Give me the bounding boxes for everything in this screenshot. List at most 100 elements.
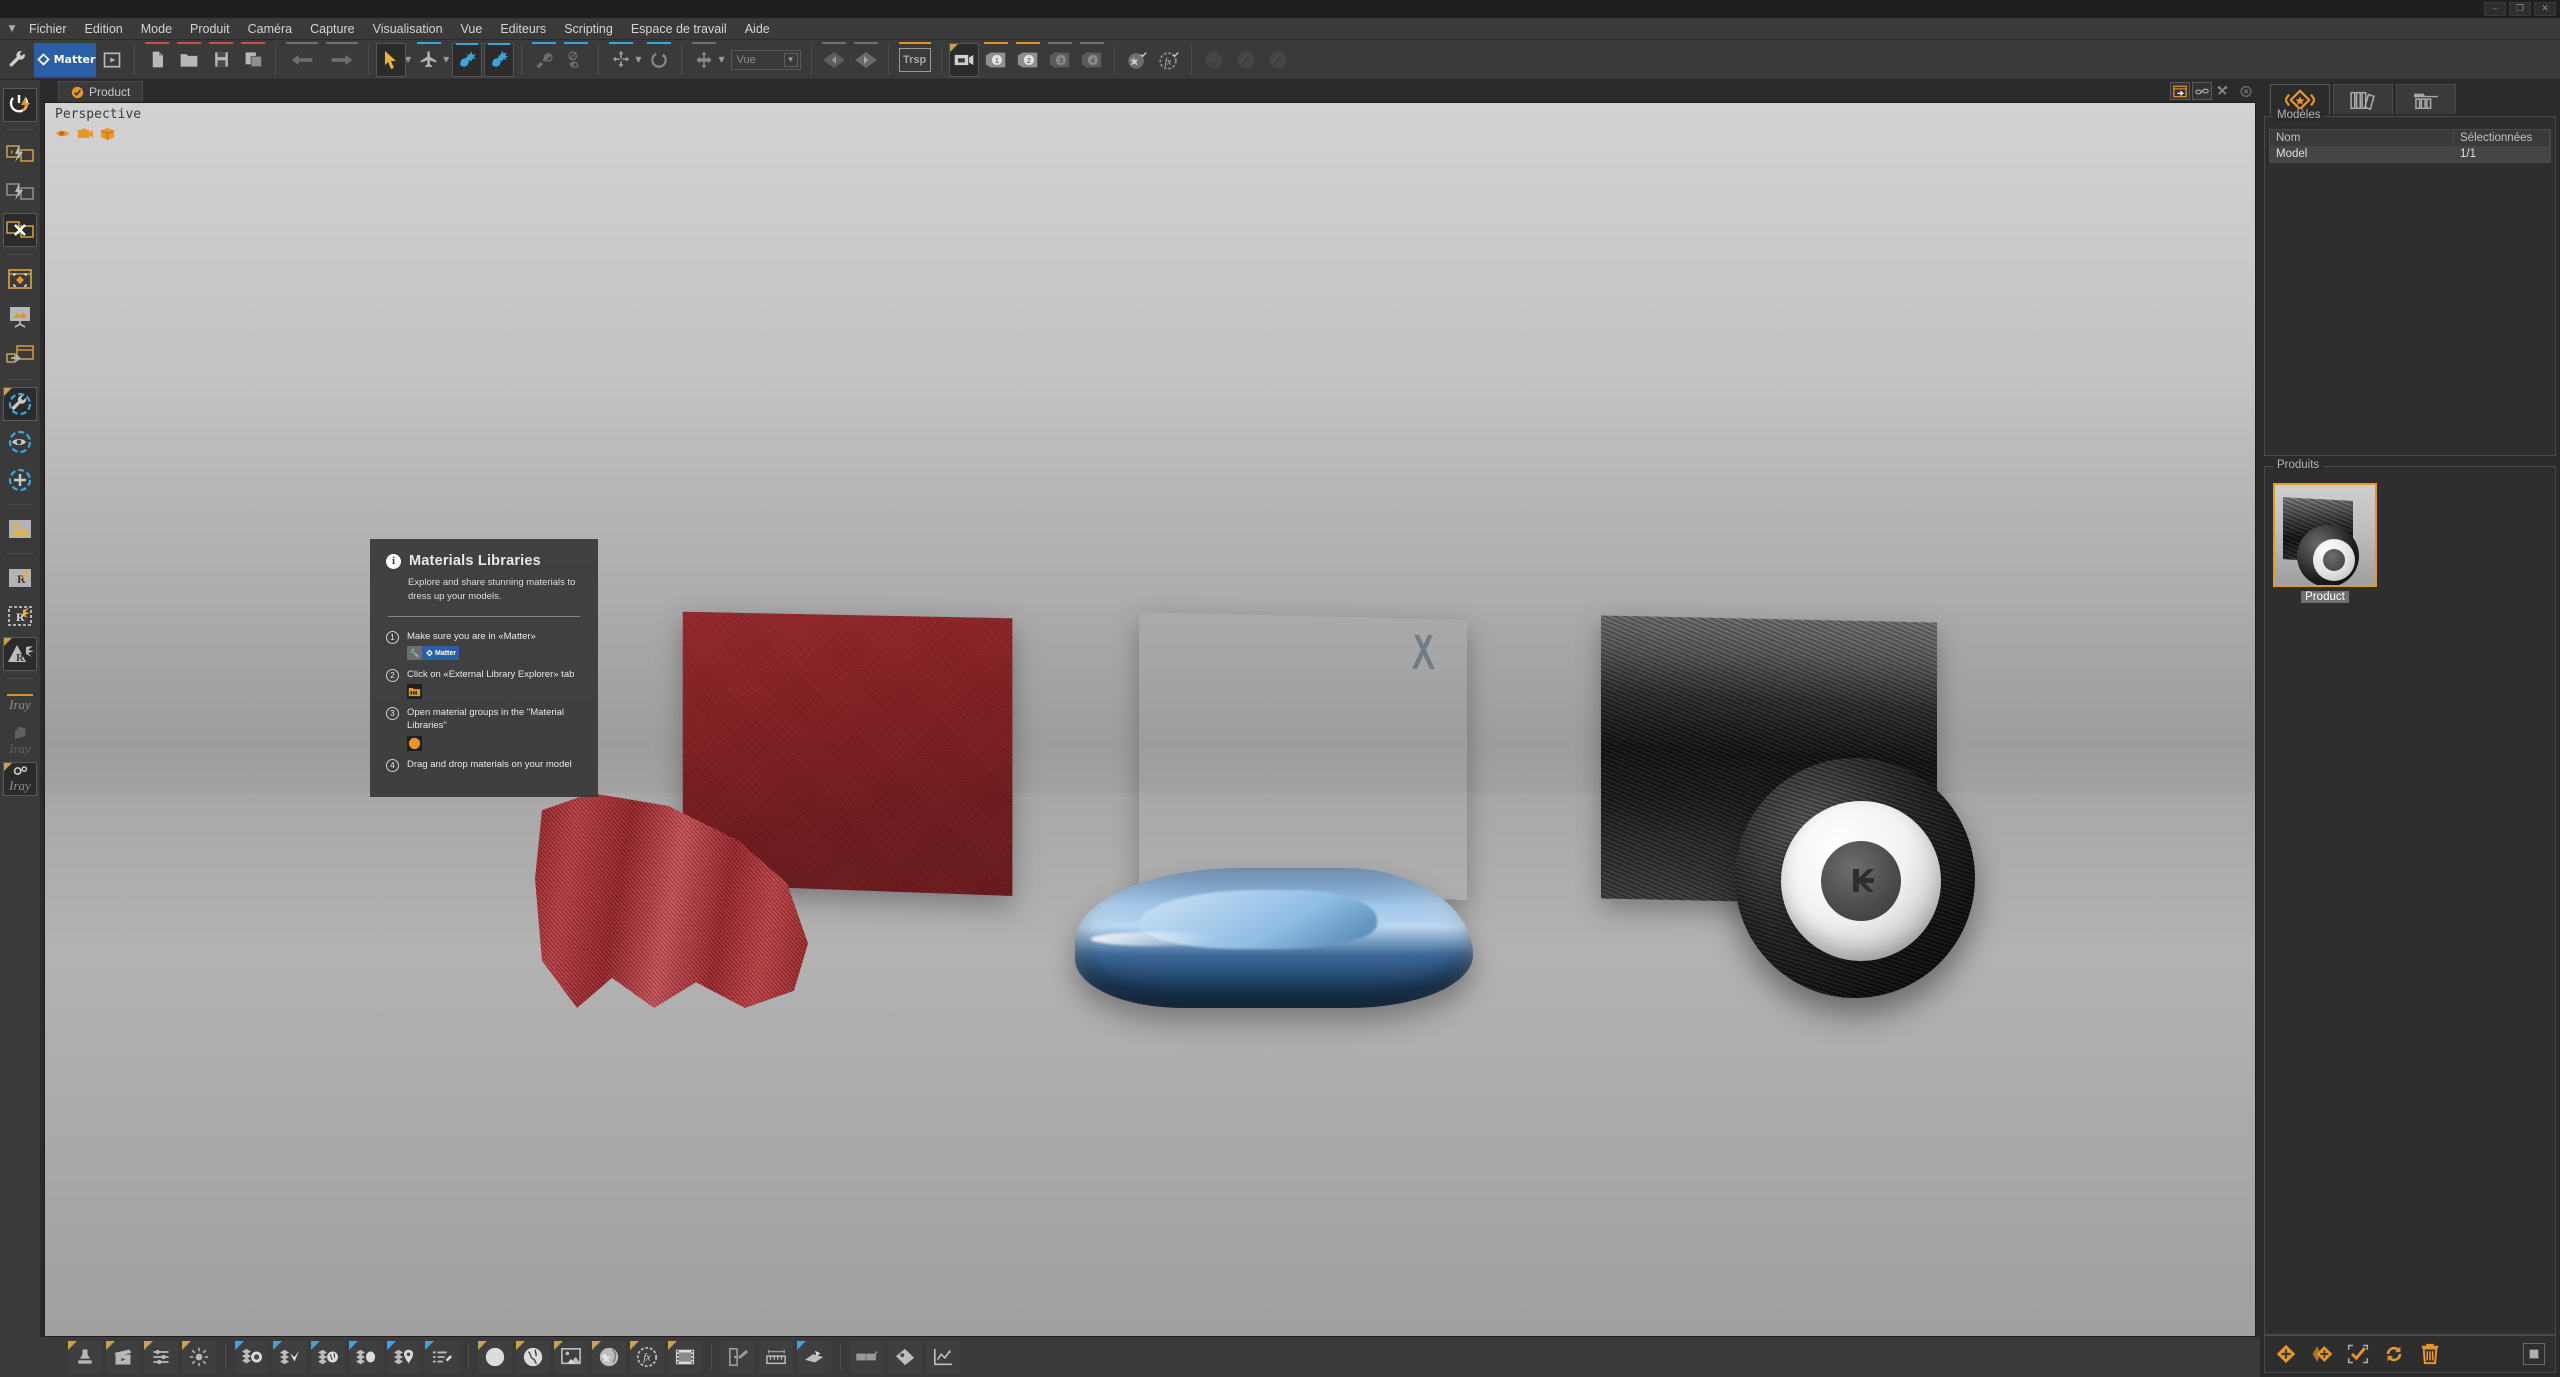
view-select[interactable]: Vue ▼ <box>731 50 801 70</box>
filmstrip-button[interactable] <box>668 1341 702 1373</box>
select-arrow-button[interactable] <box>376 43 406 77</box>
camera-1-button[interactable]: 1 <box>981 43 1011 77</box>
move-gizmo-button[interactable] <box>606 43 636 77</box>
graph-button[interactable] <box>926 1341 960 1373</box>
section-cut-button[interactable] <box>797 1341 831 1373</box>
image-button[interactable] <box>3 512 37 546</box>
eye-icon[interactable] <box>55 127 70 140</box>
save-button[interactable] <box>206 43 236 77</box>
viewport-close-button[interactable] <box>2236 82 2256 100</box>
blue-metallic-plane[interactable] <box>1139 612 1467 900</box>
camera-4-button[interactable]: 4 <box>1077 43 1107 77</box>
move-tool-button[interactable] <box>689 43 719 77</box>
animation-globe-button[interactable] <box>592 1341 626 1373</box>
tab-external-library-explorer[interactable] <box>2396 84 2456 114</box>
matter-mode-button[interactable]: Matter <box>34 43 96 77</box>
view-mode-button[interactable] <box>2523 1343 2545 1365</box>
iray-settings-button[interactable]: Iray <box>3 762 37 796</box>
table-row[interactable]: Model 1/1 <box>2270 146 2550 162</box>
product-card[interactable]: Product <box>2273 483 2377 603</box>
menu-item-fichier[interactable]: Fichier <box>20 20 76 38</box>
fly-navigation-button[interactable] <box>414 43 444 77</box>
hide-geometry-button[interactable] <box>561 43 591 77</box>
maximize-button[interactable]: ❐ <box>2509 2 2531 16</box>
add-from-selection-button[interactable] <box>2311 1343 2333 1365</box>
column-header-selectionnees[interactable]: Sélectionnées <box>2454 130 2550 146</box>
menu-item-aide[interactable]: Aide <box>736 20 779 38</box>
fit-selection-button[interactable] <box>3 262 37 296</box>
power-realtime-button[interactable] <box>3 88 37 122</box>
popout-window-button[interactable] <box>2170 82 2190 100</box>
layers-sphere-button[interactable] <box>235 1341 269 1373</box>
camera-2-button[interactable]: 2 <box>1013 43 1043 77</box>
eye-orbit-button[interactable] <box>3 425 37 459</box>
menu-item-produit[interactable]: Produit <box>181 20 239 38</box>
menu-item-edition[interactable]: Edition <box>76 20 132 38</box>
light-probe-button[interactable] <box>721 1341 755 1373</box>
iray-render-button[interactable]: Iray <box>3 686 37 720</box>
menu-expander-icon[interactable]: ▼ <box>4 24 20 34</box>
tool-orbit-button[interactable] <box>3 387 37 421</box>
environment-sphere-button[interactable] <box>478 1341 512 1373</box>
transparency-button[interactable]: Trsp <box>896 43 934 77</box>
sun-lighting-button[interactable] <box>182 1341 216 1373</box>
break-link-windows-button[interactable] <box>3 213 37 247</box>
box-icon[interactable] <box>100 127 115 141</box>
render-big-button[interactable]: R <box>3 637 37 671</box>
measure-ruler-button[interactable] <box>759 1341 793 1373</box>
sliders-button[interactable] <box>144 1341 178 1373</box>
menu-item-vue[interactable]: Vue <box>452 20 492 38</box>
product-thumbnail[interactable] <box>2273 483 2377 587</box>
new-file-button[interactable] <box>142 43 172 77</box>
blue-car-body[interactable] <box>1075 868 1473 1008</box>
save-as-button[interactable] <box>238 43 268 77</box>
undo-button[interactable] <box>283 43 321 77</box>
render-marquee-button[interactable]: R <box>3 599 37 633</box>
sync-windows-button[interactable] <box>3 137 37 171</box>
camera-icon[interactable] <box>77 127 93 140</box>
apply-check-button[interactable] <box>2347 1343 2369 1365</box>
add-product-button[interactable] <box>2275 1343 2297 1365</box>
unsync-windows-button[interactable] <box>3 175 37 209</box>
menu-item-camera[interactable]: Caméra <box>239 20 301 38</box>
link-viewport-button[interactable] <box>2192 82 2212 100</box>
menu-item-visualisation[interactable]: Visualisation <box>364 20 452 38</box>
menu-item-scripting[interactable]: Scripting <box>555 20 622 38</box>
close-button[interactable]: ✕ <box>2534 2 2556 16</box>
previous-state-button[interactable] <box>819 43 849 77</box>
camera-free-button[interactable] <box>949 43 979 77</box>
pick-material-a-button[interactable] <box>452 43 482 77</box>
iray-pause-button[interactable]: Iray <box>3 724 37 758</box>
viewport-3d[interactable]: Perspective i Material <box>44 102 2256 1337</box>
layers-globe-button[interactable] <box>311 1341 345 1373</box>
presentation-button[interactable] <box>3 300 37 334</box>
render-region-button[interactable]: R <box>3 561 37 595</box>
open-folder-button[interactable] <box>174 43 204 77</box>
viewport-tools-button[interactable] <box>2214 82 2234 100</box>
stamp-tool-button[interactable] <box>68 1341 102 1373</box>
camera-3-button[interactable]: 3 <box>1045 43 1075 77</box>
globe-button[interactable] <box>516 1341 550 1373</box>
settings-wrench-button[interactable] <box>3 43 33 77</box>
clapperboard-button[interactable] <box>106 1341 140 1373</box>
column-header-nom[interactable]: Nom <box>2270 130 2454 146</box>
minimize-button[interactable]: – <box>2484 2 2506 16</box>
rotate-gizmo-button[interactable] <box>644 43 674 77</box>
tab-library[interactable] <box>2333 84 2393 114</box>
effects-check-button[interactable]: fx <box>1154 43 1184 77</box>
effects-fx-button[interactable]: fx <box>630 1341 664 1373</box>
menu-item-capture[interactable]: Capture <box>301 20 363 38</box>
play-panel-button[interactable] <box>97 43 127 77</box>
export-window-button[interactable] <box>3 338 37 372</box>
menu-item-espace-de-travail[interactable]: Espace de travail <box>622 20 736 38</box>
layers-ellipse-button[interactable] <box>349 1341 383 1373</box>
next-state-button[interactable] <box>851 43 881 77</box>
paint-none-button[interactable] <box>529 43 559 77</box>
layers-pin-button[interactable] <box>387 1341 421 1373</box>
tag-button[interactable] <box>888 1341 922 1373</box>
delete-button[interactable] <box>2419 1343 2441 1365</box>
menu-item-editeurs[interactable]: Editeurs <box>491 20 555 38</box>
add-orbit-button[interactable] <box>3 463 37 497</box>
redo-button[interactable] <box>323 43 361 77</box>
layers-check-button[interactable] <box>273 1341 307 1373</box>
